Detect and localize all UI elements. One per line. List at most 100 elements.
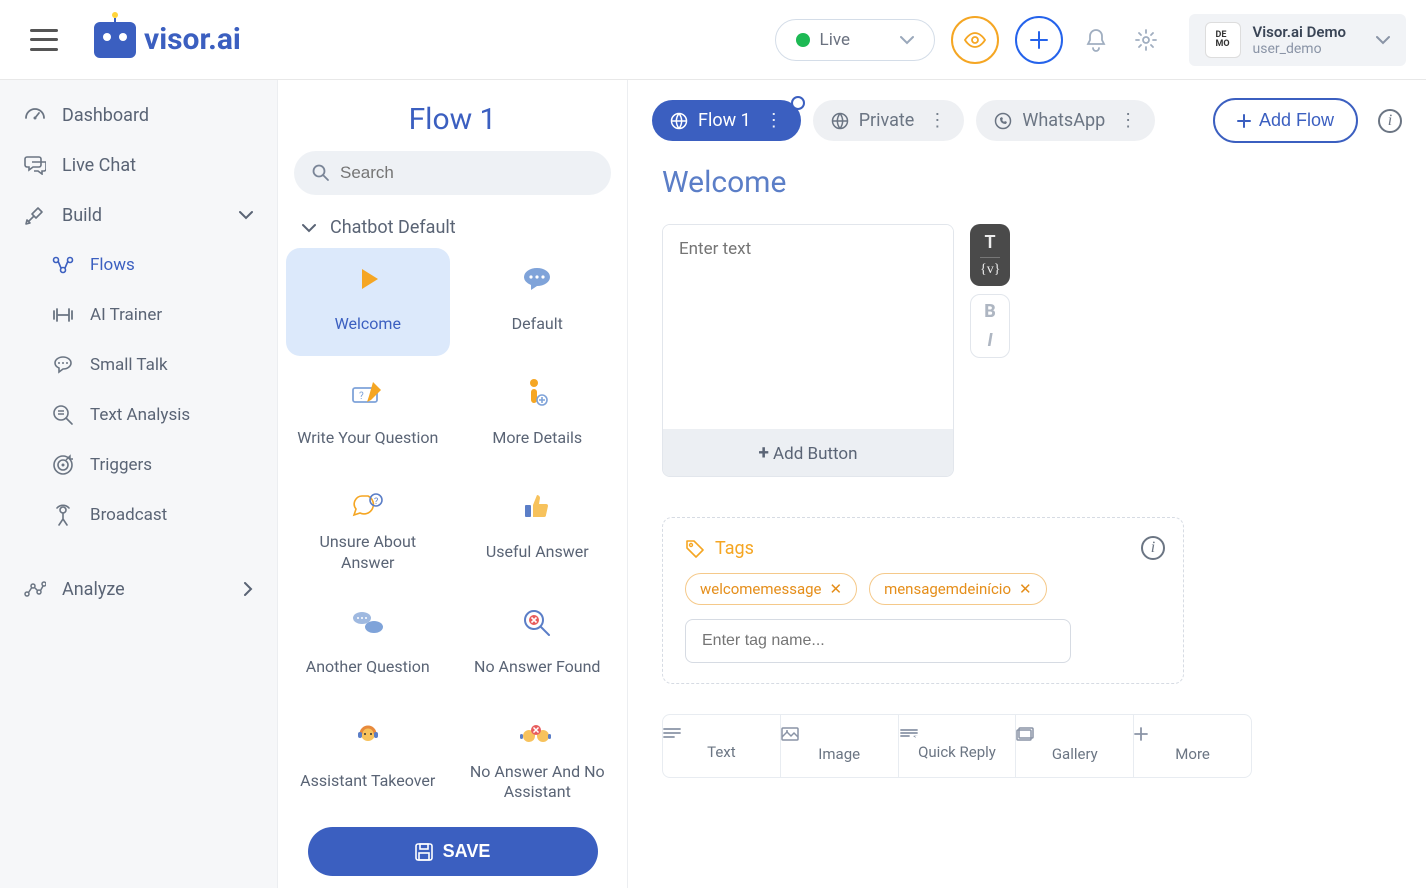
sidebar-item-flows[interactable]: Flows	[0, 240, 277, 290]
search-input[interactable]	[340, 163, 593, 183]
sidebar-item-broadcast[interactable]: Broadcast	[0, 490, 277, 540]
status-dot-icon	[796, 33, 810, 47]
plus-icon	[1134, 727, 1251, 741]
chevron-down-icon	[302, 223, 316, 233]
sidebar-item-smalltalk[interactable]: Small Talk	[0, 340, 277, 390]
flow-card-noanswer[interactable]: No Answer Found	[456, 592, 620, 700]
search-input-wrap[interactable]	[294, 151, 611, 195]
sidebar-item-label: Dashboard	[62, 105, 149, 126]
robot-icon	[94, 22, 136, 58]
sidebar-item-label: Live Chat	[62, 155, 136, 176]
preview-button[interactable]	[951, 16, 999, 64]
kebab-icon[interactable]: ⋮	[928, 110, 946, 131]
whatsapp-icon	[994, 112, 1012, 130]
flow-card-anotherq[interactable]: Another Question	[286, 592, 450, 700]
flow-card-label: Useful Answer	[464, 532, 612, 572]
bold-button[interactable]: B	[981, 299, 999, 324]
sidebar-item-build[interactable]: Build	[0, 190, 277, 240]
sidebar-item-dashboard[interactable]: Dashboard	[0, 90, 277, 140]
environment-label: Live	[820, 30, 850, 50]
sidebar-item-triggers[interactable]: Triggers	[0, 440, 277, 490]
bell-icon	[1085, 28, 1107, 52]
sidebar: Dashboard Live Chat Build Flows AI Train…	[0, 80, 278, 888]
sidebar-item-aitrainer[interactable]: AI Trainer	[0, 290, 277, 340]
sidebar-item-textanalysis[interactable]: Text Analysis	[0, 390, 277, 440]
save-button[interactable]: SAVE	[308, 827, 598, 876]
flow-card-useful[interactable]: Useful Answer	[456, 476, 620, 586]
flow-card-moredetails[interactable]: More Details	[456, 362, 620, 470]
flow-card-writequestion[interactable]: ? Write Your Question	[286, 362, 450, 470]
flow-tab-whatsapp[interactable]: WhatsApp ⋮	[976, 100, 1155, 141]
flow-card-label: No Answer And No Assistant	[464, 762, 612, 804]
tool-image[interactable]: Image	[781, 715, 899, 777]
save-icon	[415, 843, 433, 861]
tag-icon	[685, 539, 705, 559]
tag-text: mensagemdeinício	[884, 580, 1011, 598]
speech-icon	[52, 354, 74, 376]
flow-tab-1[interactable]: Flow 1 ⋮	[652, 100, 801, 141]
sidebar-item-label: Build	[62, 205, 102, 226]
tag-text: welcomemessage	[700, 580, 822, 598]
account-switcher[interactable]: DEMO Visor.ai Demo user_demo	[1189, 14, 1406, 66]
settings-button[interactable]	[1135, 29, 1157, 51]
tool-gallery[interactable]: Gallery	[1016, 715, 1134, 777]
environment-dropdown[interactable]: Live	[775, 19, 935, 61]
chat-icon	[24, 154, 46, 176]
brand-logo[interactable]: visor.ai	[94, 22, 241, 58]
flow-icon	[52, 254, 74, 276]
sidebar-item-label: AI Trainer	[90, 305, 162, 325]
chevron-down-icon	[239, 210, 253, 220]
add-flow-button[interactable]: Add Flow	[1213, 98, 1358, 143]
target-icon	[52, 454, 74, 476]
info-button[interactable]: i	[1378, 109, 1402, 133]
flow-card-unsure[interactable]: ? Unsure About Answer	[286, 476, 450, 586]
sidebar-item-analyze[interactable]: Analyze	[0, 564, 277, 614]
kebab-icon[interactable]: ⋮	[1119, 110, 1137, 131]
sidebar-item-livechat[interactable]: Live Chat	[0, 140, 277, 190]
sidebar-item-label: Small Talk	[90, 355, 168, 375]
flow-card-noassistant[interactable]: No Answer And No Assistant	[456, 706, 620, 815]
add-button-action[interactable]: + Add Button	[663, 429, 953, 476]
tool-text[interactable]: Text	[663, 715, 781, 777]
tags-box: Tags i welcomemessage ✕ mensagemdeinício…	[662, 517, 1184, 684]
remove-tag-icon[interactable]: ✕	[1019, 580, 1032, 598]
svg-text:?: ?	[374, 497, 378, 507]
tool-label: Image	[781, 745, 898, 763]
notifications-button[interactable]	[1085, 28, 1107, 52]
tool-label: Quick Reply	[899, 743, 1016, 761]
insert-variable-button[interactable]: {v}	[980, 260, 1000, 280]
flow-tab-private[interactable]: Private ⋮	[813, 100, 965, 141]
assistant-icon	[294, 720, 442, 754]
flow-card-default[interactable]: Default	[456, 248, 620, 356]
info-plus-icon	[464, 376, 612, 410]
weights-icon	[52, 304, 74, 326]
tag-name-input[interactable]	[685, 619, 1071, 663]
message-textarea[interactable]	[663, 225, 953, 425]
insert-text-button[interactable]: T	[980, 230, 1000, 255]
thumbs-up-icon	[464, 490, 612, 524]
italic-button[interactable]: I	[981, 328, 999, 353]
flow-tabs-row: Flow 1 ⋮ Private ⋮ WhatsApp ⋮ Add Flow i	[628, 80, 1426, 153]
menu-hamburger-icon[interactable]	[30, 29, 58, 51]
zoom-text-icon	[52, 404, 74, 426]
tool-more[interactable]: More	[1134, 715, 1251, 777]
gallery-icon	[1016, 727, 1133, 741]
tool-quickreply[interactable]: Quick Reply	[899, 715, 1017, 777]
section-toggle[interactable]: Chatbot Default	[278, 195, 627, 248]
sidebar-item-label: Analyze	[62, 579, 125, 600]
search-icon	[312, 164, 330, 182]
flow-card-assistanttakeover[interactable]: Assistant Takeover	[286, 706, 450, 815]
remove-tag-icon[interactable]: ✕	[830, 580, 843, 598]
kebab-icon[interactable]: ⋮	[765, 110, 783, 131]
flow-card-label: More Details	[464, 418, 612, 458]
write-icon: ?	[294, 376, 442, 410]
tags-info-button[interactable]: i	[1141, 536, 1165, 560]
analyze-icon	[24, 578, 46, 600]
tags-label: Tags	[715, 538, 754, 559]
create-button[interactable]	[1015, 16, 1063, 64]
save-label: SAVE	[443, 841, 491, 862]
image-icon	[781, 727, 898, 741]
broadcast-icon	[52, 504, 74, 526]
tab-label: WhatsApp	[1022, 110, 1105, 131]
flow-card-welcome[interactable]: Welcome	[286, 248, 450, 356]
